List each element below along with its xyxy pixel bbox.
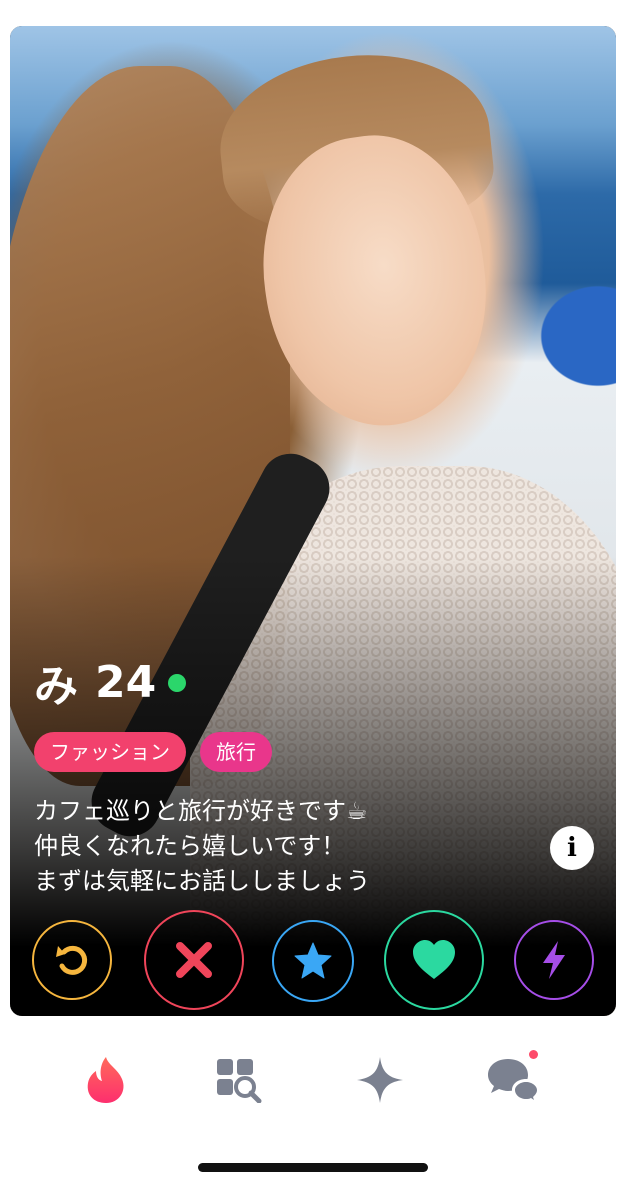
profile-card[interactable]: み 24 ファッション 旅行 カフェ巡りと旅行が好きです☕ 仲良くなれたら嬉しい… — [10, 26, 616, 1016]
profile-info: み 24 ファッション 旅行 カフェ巡りと旅行が好きです☕ 仲良くなれたら嬉しい… — [34, 652, 594, 899]
star-icon — [294, 942, 332, 979]
home-indicator — [198, 1163, 428, 1172]
tab-chat[interactable] — [484, 1050, 544, 1110]
like-button[interactable] — [384, 910, 484, 1010]
tab-home[interactable] — [76, 1050, 136, 1110]
bolt-icon — [543, 941, 565, 979]
interest-tags: ファッション 旅行 — [34, 732, 594, 772]
action-bar — [10, 906, 616, 1016]
rewind-icon — [56, 945, 88, 975]
tab-matches[interactable] — [350, 1050, 410, 1110]
profile-name: み — [34, 661, 79, 712]
sparkle-icon — [357, 1057, 403, 1103]
rewind-button[interactable] — [32, 920, 112, 1000]
explore-grid-icon — [217, 1059, 262, 1103]
close-icon — [176, 942, 212, 978]
interest-tag-travel: 旅行 — [200, 732, 272, 772]
info-icon: i — [567, 833, 577, 863]
name-row: み 24 — [34, 652, 594, 712]
profile-bio: カフェ巡りと旅行が好きです☕ 仲良くなれたら嬉しいです！ まずは気軽にお話ししま… — [34, 797, 370, 895]
chat-bubbles-icon — [488, 1059, 540, 1103]
interest-tag-fashion: ファッション — [34, 732, 186, 772]
online-status-dot — [168, 674, 187, 692]
heart-icon — [413, 940, 455, 979]
flame-icon — [87, 1057, 124, 1103]
nope-button[interactable] — [144, 910, 244, 1010]
profile-info-button[interactable]: i — [550, 826, 594, 870]
tab-explore[interactable] — [210, 1050, 270, 1110]
chat-notification-badge — [529, 1050, 538, 1059]
bottom-tab-bar — [0, 1030, 627, 1140]
profile-age: 24 — [95, 656, 157, 708]
super-like-button[interactable] — [272, 920, 354, 1002]
boost-button[interactable] — [514, 920, 594, 1000]
